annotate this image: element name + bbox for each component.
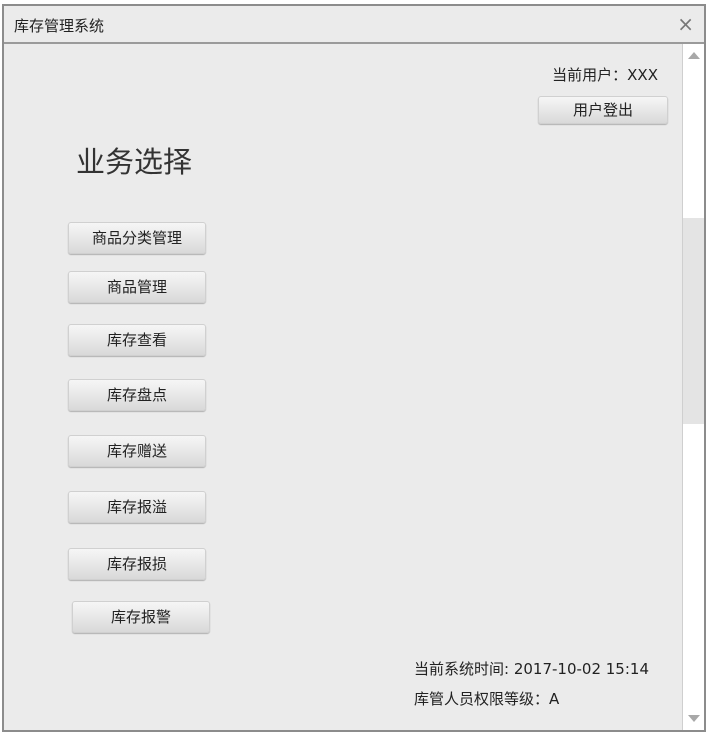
permission-level-label: 库管人员权限等级：A (414, 690, 560, 708)
inventory-gift-button[interactable]: 库存赠送 (68, 435, 206, 467)
scroll-down-icon[interactable] (688, 715, 700, 722)
system-time-label: 当前系统时间: 2017-10-02 15:14 (414, 660, 649, 678)
category-management-button[interactable]: 商品分类管理 (68, 222, 206, 254)
main-content: 当前用户：XXX 用户登出 业务选择 商品分类管理 商品管理 库存查看 库存盘点… (4, 44, 680, 730)
logout-button[interactable]: 用户登出 (538, 96, 668, 124)
inventory-loss-button[interactable]: 库存报损 (68, 548, 206, 580)
page-title: 业务选择 (76, 145, 193, 179)
current-user-label: 当前用户：XXX (552, 66, 658, 84)
inventory-overflow-button[interactable]: 库存报溢 (68, 491, 206, 523)
inventory-count-button[interactable]: 库存盘点 (68, 379, 206, 411)
title-bar: 库存管理系统 × (4, 6, 704, 44)
app-window: 库存管理系统 × 当前用户：XXX 用户登出 业务选择 商品分类管理 商品管理 … (2, 4, 706, 732)
product-management-button[interactable]: 商品管理 (68, 271, 206, 303)
scrollbar-thumb[interactable] (683, 218, 704, 424)
close-icon[interactable]: × (677, 12, 694, 36)
scroll-up-icon[interactable] (688, 52, 700, 59)
window-title: 库存管理系统 (14, 17, 105, 35)
inventory-view-button[interactable]: 库存查看 (68, 324, 206, 356)
vertical-scrollbar[interactable] (682, 44, 704, 730)
inventory-alarm-button[interactable]: 库存报警 (72, 601, 210, 633)
